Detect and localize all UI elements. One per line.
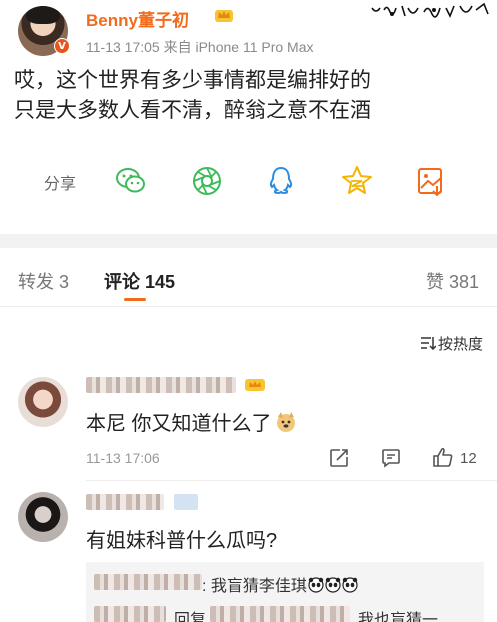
active-tab-indicator — [124, 298, 146, 301]
reply-line: : 我盲猜李佳琪 — [202, 572, 358, 596]
author-username[interactable]: Benny董子初 — [86, 6, 189, 31]
tab-likes[interactable]: 赞 381 — [426, 268, 479, 294]
qq-icon[interactable] — [264, 164, 298, 198]
commenter-avatar[interactable] — [18, 377, 68, 427]
commenter-name-blurred[interactable] — [86, 494, 164, 510]
reply-thread-box[interactable]: : 我盲猜李佳琪 回复 我也盲猜一 — [86, 562, 484, 622]
comment-text: 有姐妹科普什么瓜吗? — [86, 530, 278, 552]
reply-target-blurred[interactable] — [210, 606, 350, 622]
member-badge-icon — [245, 379, 265, 391]
commenter-name-blurred[interactable] — [86, 377, 236, 393]
verified-badge: V — [54, 38, 70, 54]
interaction-tabs: 转发 3 评论 145 赞 381 — [0, 248, 497, 308]
reply-prefix: 回复 — [174, 612, 207, 622]
wechat-icon[interactable] — [114, 164, 148, 198]
reply-text: 我也盲猜一 — [358, 612, 439, 622]
post-meta: 11-13 17:05 来自 iPhone 11 Pro Max — [86, 39, 314, 55]
comment-text: 本尼 你又知道什么了 — [86, 407, 297, 436]
reply-comment-icon[interactable] — [380, 447, 402, 469]
replier-name-blurred[interactable] — [94, 606, 166, 622]
repost-icon[interactable] — [328, 447, 350, 469]
panda-emoji — [308, 577, 324, 593]
tab-reposts[interactable]: 转发 3 — [18, 268, 69, 294]
replier-name-blurred[interactable] — [94, 574, 202, 590]
post-content: 哎，这个世界有多少事情都是编排好的 只是大多数人看不清，醉翁之意不在酒 — [14, 66, 484, 126]
moments-icon[interactable] — [190, 164, 224, 198]
commenter-avatar[interactable] — [18, 492, 68, 542]
like-thumb-icon[interactable] — [432, 446, 454, 468]
decorative-doodle-icon — [371, 2, 489, 18]
commenter-badge-blurred — [174, 494, 198, 510]
sort-label: 按热度 — [437, 336, 483, 353]
share-row: 分享 — [0, 158, 497, 204]
weibo-post: V Benny董子初 11-13 17:05 来自 iPhone 11 Pro … — [0, 0, 497, 234]
doge-emoji — [276, 412, 295, 432]
sort-icon — [420, 337, 436, 350]
post-content-line: 哎，这个世界有多少事情都是编排好的 — [14, 69, 371, 92]
comment-time: 11-13 17:06 — [86, 450, 160, 466]
comment-divider — [86, 480, 497, 481]
sort-by-hot-button[interactable]: 按热度 — [420, 333, 483, 354]
tab-comments[interactable]: 评论 145 — [104, 268, 175, 294]
tabs-divider — [0, 306, 497, 307]
qzone-star-icon[interactable] — [340, 164, 374, 198]
reply-text: : 我盲猜李佳琪 — [202, 578, 307, 595]
member-crown-icon — [215, 10, 233, 22]
comment-text-body: 本尼 你又知道什么了 — [86, 413, 272, 435]
panda-emoji — [325, 577, 341, 593]
panda-emoji — [342, 577, 358, 593]
section-divider — [0, 234, 497, 248]
share-label: 分享 — [44, 176, 77, 193]
like-count: 12 — [460, 450, 477, 467]
save-image-icon[interactable] — [414, 164, 448, 198]
post-content-line: 只是大多数人看不清，醉翁之意不在酒 — [14, 99, 371, 122]
